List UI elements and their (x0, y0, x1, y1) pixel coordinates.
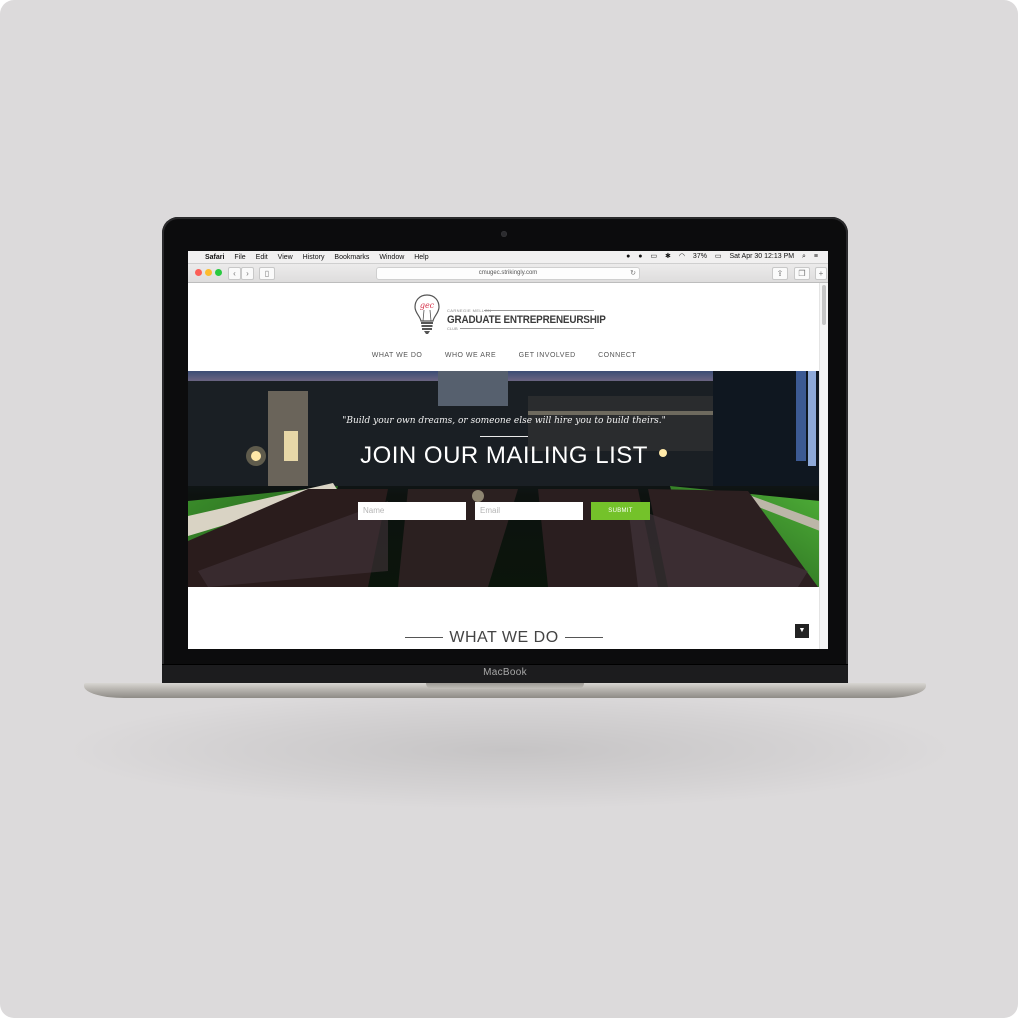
menu-edit[interactable]: Edit (256, 254, 268, 261)
submit-button[interactable]: SUBMIT (591, 502, 650, 520)
nav-what-we-do[interactable]: WHAT WE DO (372, 352, 423, 359)
laptop-notch (426, 683, 584, 689)
url-text: cmugec.strikingly.com (478, 270, 538, 276)
display-chin: MacBook (162, 664, 848, 685)
heading-rule (564, 637, 603, 639)
scroll-thumb[interactable] (822, 285, 826, 325)
device-brand: MacBook (483, 667, 527, 678)
sidebar-icon[interactable]: ▯ (259, 267, 275, 280)
reload-icon[interactable]: ↻ (630, 268, 636, 279)
camera-icon (501, 231, 507, 237)
logo-sub-text: CLUB (447, 326, 458, 331)
logo-divider (484, 310, 594, 311)
forward-button[interactable]: › (241, 267, 254, 280)
hero-quote: "Build your own dreams, or someone else … (342, 416, 666, 426)
search-icon[interactable]: ⌕ (802, 253, 806, 260)
notification-icon[interactable]: ≡ (814, 253, 818, 260)
menu-history[interactable]: History (303, 254, 325, 261)
battery-icon[interactable]: ▭ (715, 253, 722, 260)
logo-bulb-text: gec (420, 301, 435, 310)
browser-toolbar: ‹ › ▯ cmugec.strikingly.com ↻ ⇪ ❐ + (188, 264, 828, 283)
airplay-icon[interactable]: ▭ (650, 253, 657, 260)
nav-get-involved[interactable]: GET INVOLVED (519, 352, 576, 359)
web-page: gec CARNEGIE MELLON GRADUATE ENTREPRENEU… (188, 283, 820, 649)
status-icon[interactable]: ● (626, 253, 630, 260)
campus-photo (188, 371, 820, 587)
close-window-button[interactable] (195, 269, 202, 276)
clock[interactable]: Sat Apr 30 12:13 PM (729, 253, 794, 260)
lightbulb-icon: gec (414, 294, 440, 334)
down-arrow-icon[interactable]: ▼ (795, 624, 809, 638)
site-nav: WHAT WE DO WHO WE ARE GET INVOLVED CONNE… (188, 352, 820, 359)
laptop-shadow (60, 690, 960, 810)
mac-menubar: Safari File Edit View History Bookmarks … (188, 251, 828, 264)
minimize-window-button[interactable] (205, 269, 212, 276)
wifi-icon[interactable]: ◠ (679, 253, 685, 260)
background-canvas: MacBook Safari File Edit View History Bo… (0, 0, 1018, 1018)
hero-banner: "Build your own dreams, or someone else … (188, 371, 820, 587)
heading-rule (405, 637, 444, 639)
menu-app-safari[interactable]: Safari (205, 254, 224, 261)
screen: Safari File Edit View History Bookmarks … (188, 251, 828, 649)
nav-connect[interactable]: CONNECT (598, 352, 636, 359)
menu-file[interactable]: File (234, 254, 245, 261)
email-field[interactable]: Email (475, 502, 583, 520)
zoom-window-button[interactable] (215, 269, 222, 276)
name-field[interactable]: Name (358, 502, 466, 520)
address-bar[interactable]: cmugec.strikingly.com ↻ (376, 267, 640, 280)
hero-title: JOIN OUR MAILING LIST (360, 442, 648, 469)
status-icon[interactable]: ● (638, 253, 642, 260)
battery-percent[interactable]: 37% (693, 253, 707, 260)
menu-view[interactable]: View (278, 254, 293, 261)
menu-bookmarks[interactable]: Bookmarks (334, 254, 369, 261)
nav-who-we-are[interactable]: WHO WE ARE (445, 352, 496, 359)
new-tab-button[interactable]: + (815, 267, 827, 280)
logo-divider (460, 328, 594, 329)
tabs-icon[interactable]: ❐ (794, 267, 810, 280)
section-title: WHAT WE DO (449, 629, 559, 646)
section-heading: WHAT WE DO (188, 629, 820, 647)
site-logo[interactable]: gec CARNEGIE MELLON GRADUATE ENTREPRENEU… (414, 294, 606, 340)
back-button[interactable]: ‹ (228, 267, 241, 280)
menu-window[interactable]: Window (379, 254, 404, 261)
hero-divider (480, 436, 528, 437)
logo-title: GRADUATE ENTREPRENEURSHIP (447, 314, 606, 326)
menu-help[interactable]: Help (414, 254, 428, 261)
page-scrollbar[interactable] (819, 283, 828, 649)
laptop-base (84, 683, 926, 698)
share-icon[interactable]: ⇪ (772, 267, 788, 280)
bluetooth-icon[interactable]: ✱ (665, 253, 671, 260)
